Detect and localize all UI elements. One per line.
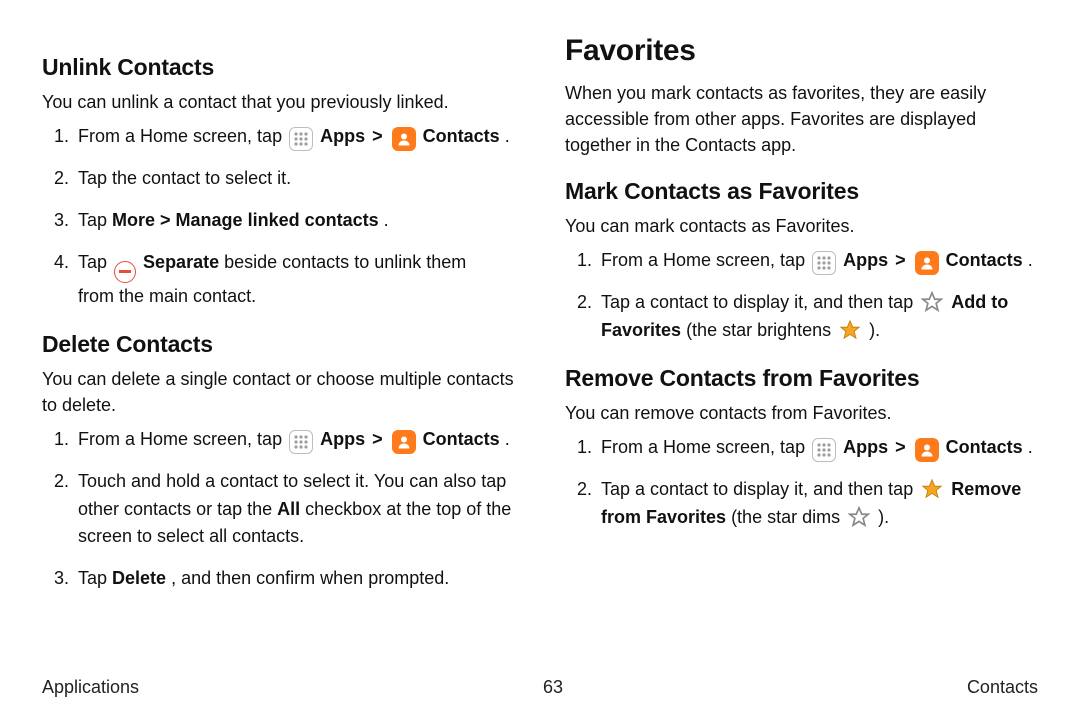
footer-left: Applications xyxy=(42,677,139,698)
contacts-icon xyxy=(392,127,416,151)
heading-favorites: Favorites xyxy=(565,34,1038,68)
step: From a Home screen, tap Apps > Contacts … xyxy=(74,123,515,151)
step: From a Home screen, tap Apps > Contacts … xyxy=(597,247,1038,275)
step: Tap More > Manage linked contacts . xyxy=(74,207,515,235)
contacts-label: Contacts xyxy=(946,250,1023,270)
text: . xyxy=(505,126,510,146)
step: Tap a contact to display it, and then ta… xyxy=(597,476,1038,532)
footer-right: Contacts xyxy=(967,677,1038,698)
text: Tap xyxy=(78,210,112,230)
text: From a Home screen, tap xyxy=(601,437,810,457)
apps-label: Apps xyxy=(320,126,365,146)
text: Tap a contact to display it, and then ta… xyxy=(601,479,918,499)
apps-label: Apps xyxy=(843,250,888,270)
heading-mark-favorites: Mark Contacts as Favorites xyxy=(565,178,1038,205)
apps-icon xyxy=(289,127,313,151)
paragraph: When you mark contacts as favorites, the… xyxy=(565,80,1038,158)
text: Tap xyxy=(78,252,112,272)
separate-icon xyxy=(114,261,136,283)
step: Touch and hold a contact to select it. Y… xyxy=(74,468,515,552)
star-filled-icon xyxy=(838,318,862,342)
text: (the star brightens xyxy=(686,320,836,340)
step: From a Home screen, tap Apps > Contacts … xyxy=(74,426,515,454)
heading-delete-contacts: Delete Contacts xyxy=(42,331,515,358)
text: . xyxy=(384,210,389,230)
step: From a Home screen, tap Apps > Contacts … xyxy=(597,434,1038,462)
chevron-right-icon: > xyxy=(370,429,385,449)
separate-label: Separate xyxy=(143,252,219,272)
footer-center: 63 xyxy=(543,677,563,698)
star-outline-icon xyxy=(920,290,944,314)
text: Tap a contact to display it, and then ta… xyxy=(601,292,918,312)
heading-unlink-contacts: Unlink Contacts xyxy=(42,54,515,81)
text: From a Home screen, tap xyxy=(78,126,287,146)
chevron-right-icon: > xyxy=(893,250,908,270)
text: ). xyxy=(878,507,889,527)
steps-delete: From a Home screen, tap Apps > Contacts … xyxy=(42,426,515,594)
contacts-icon xyxy=(915,251,939,275)
steps-mark-favorites: From a Home screen, tap Apps > Contacts … xyxy=(565,247,1038,345)
contacts-icon xyxy=(392,430,416,454)
star-filled-icon xyxy=(920,477,944,501)
text: From a Home screen, tap xyxy=(78,429,287,449)
contacts-label: Contacts xyxy=(423,126,500,146)
apps-icon xyxy=(812,251,836,275)
text: , and then confirm when prompted. xyxy=(171,568,449,588)
text: beside contacts to unlink them from the … xyxy=(78,252,466,306)
page-footer: Applications 63 Contacts xyxy=(42,677,1038,698)
apps-label: Apps xyxy=(843,437,888,457)
heading-remove-favorites: Remove Contacts from Favorites xyxy=(565,365,1038,392)
bold-text: More > Manage linked contacts xyxy=(112,210,379,230)
left-column: Unlink Contacts You can unlink a contact… xyxy=(42,34,515,607)
text: . xyxy=(1028,250,1033,270)
contacts-label: Contacts xyxy=(946,437,1023,457)
apps-label: Apps xyxy=(320,429,365,449)
bold-text: All xyxy=(277,499,300,519)
text: ). xyxy=(869,320,880,340)
paragraph: You can mark contacts as Favorites. xyxy=(565,213,1038,239)
chevron-right-icon: > xyxy=(893,437,908,457)
right-column: Favorites When you mark contacts as favo… xyxy=(565,34,1038,607)
text: . xyxy=(505,429,510,449)
paragraph: You can delete a single contact or choos… xyxy=(42,366,515,418)
contacts-label: Contacts xyxy=(423,429,500,449)
paragraph: You can unlink a contact that you previo… xyxy=(42,89,515,115)
chevron-right-icon: > xyxy=(370,126,385,146)
manual-page: Unlink Contacts You can unlink a contact… xyxy=(0,0,1080,720)
steps-remove-favorites: From a Home screen, tap Apps > Contacts … xyxy=(565,434,1038,532)
text: (the star dims xyxy=(731,507,845,527)
star-outline-icon xyxy=(847,505,871,529)
text: From a Home screen, tap xyxy=(601,250,810,270)
contacts-icon xyxy=(915,438,939,462)
step: Tap a contact to display it, and then ta… xyxy=(597,289,1038,345)
bold-text: Delete xyxy=(112,568,166,588)
step: Tap the contact to select it. xyxy=(74,165,515,193)
apps-icon xyxy=(812,438,836,462)
apps-icon xyxy=(289,430,313,454)
steps-unlink: From a Home screen, tap Apps > Contacts … xyxy=(42,123,515,310)
two-column-layout: Unlink Contacts You can unlink a contact… xyxy=(42,34,1038,607)
step: Tap Delete , and then confirm when promp… xyxy=(74,565,515,593)
text: Tap xyxy=(78,568,112,588)
paragraph: You can remove contacts from Favorites. xyxy=(565,400,1038,426)
step: Tap Separate beside contacts to unlink t… xyxy=(74,249,515,311)
text: . xyxy=(1028,437,1033,457)
